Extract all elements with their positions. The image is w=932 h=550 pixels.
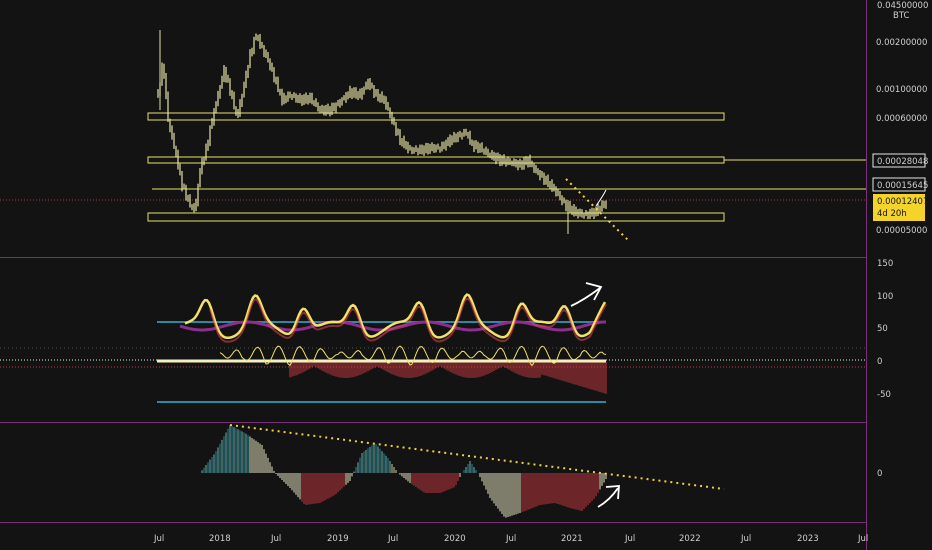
osc-tick-label: 0: [877, 357, 882, 367]
osc-tick-label: 50: [877, 324, 888, 334]
price-tick-label: 0.00200000: [876, 38, 927, 48]
price-tick-label: 0.00100000: [876, 85, 927, 95]
time-tick-label: 2018: [209, 534, 231, 544]
time-tick-label: Jul: [857, 534, 868, 544]
time-tick-label: 2020: [444, 534, 466, 544]
price-axis-top-label: 0.04500000: [877, 1, 928, 11]
time-tick-label: Jul: [270, 534, 281, 544]
price-axis-unit: BTC: [893, 11, 910, 21]
level-tag-upper: 0.00028048: [877, 157, 928, 167]
osc-tick-label: 150: [877, 259, 893, 269]
time-tick-label: Jul: [387, 534, 398, 544]
level-tag-lower: 0.00015645: [877, 181, 928, 191]
price-tick-label: 0.00060000: [876, 114, 927, 124]
current-price-value: 0.00012407: [877, 197, 928, 207]
time-tick-label: 2021: [561, 534, 583, 544]
osc-tick-label: 100: [877, 292, 893, 302]
bar-countdown: 4d 20h: [877, 209, 907, 219]
time-tick-label: Jul: [740, 534, 751, 544]
time-tick-label: 2019: [327, 534, 349, 544]
trading-chart[interactable]: 0.04500000 BTC 0.00200000 0.00100000 0.0…: [0, 0, 932, 550]
time-tick-label: 2022: [679, 534, 701, 544]
osc-tick-label: -50: [877, 390, 891, 400]
time-tick-label: Jul: [624, 534, 635, 544]
price-tick-label: 0.00005000: [876, 226, 927, 236]
histogram-axis[interactable]: 0: [877, 469, 882, 479]
time-tick-label: Jul: [505, 534, 516, 544]
time-tick-label: 2023: [797, 534, 819, 544]
time-tick-label: Jul: [153, 534, 164, 544]
hist-tick-label: 0: [877, 469, 882, 479]
